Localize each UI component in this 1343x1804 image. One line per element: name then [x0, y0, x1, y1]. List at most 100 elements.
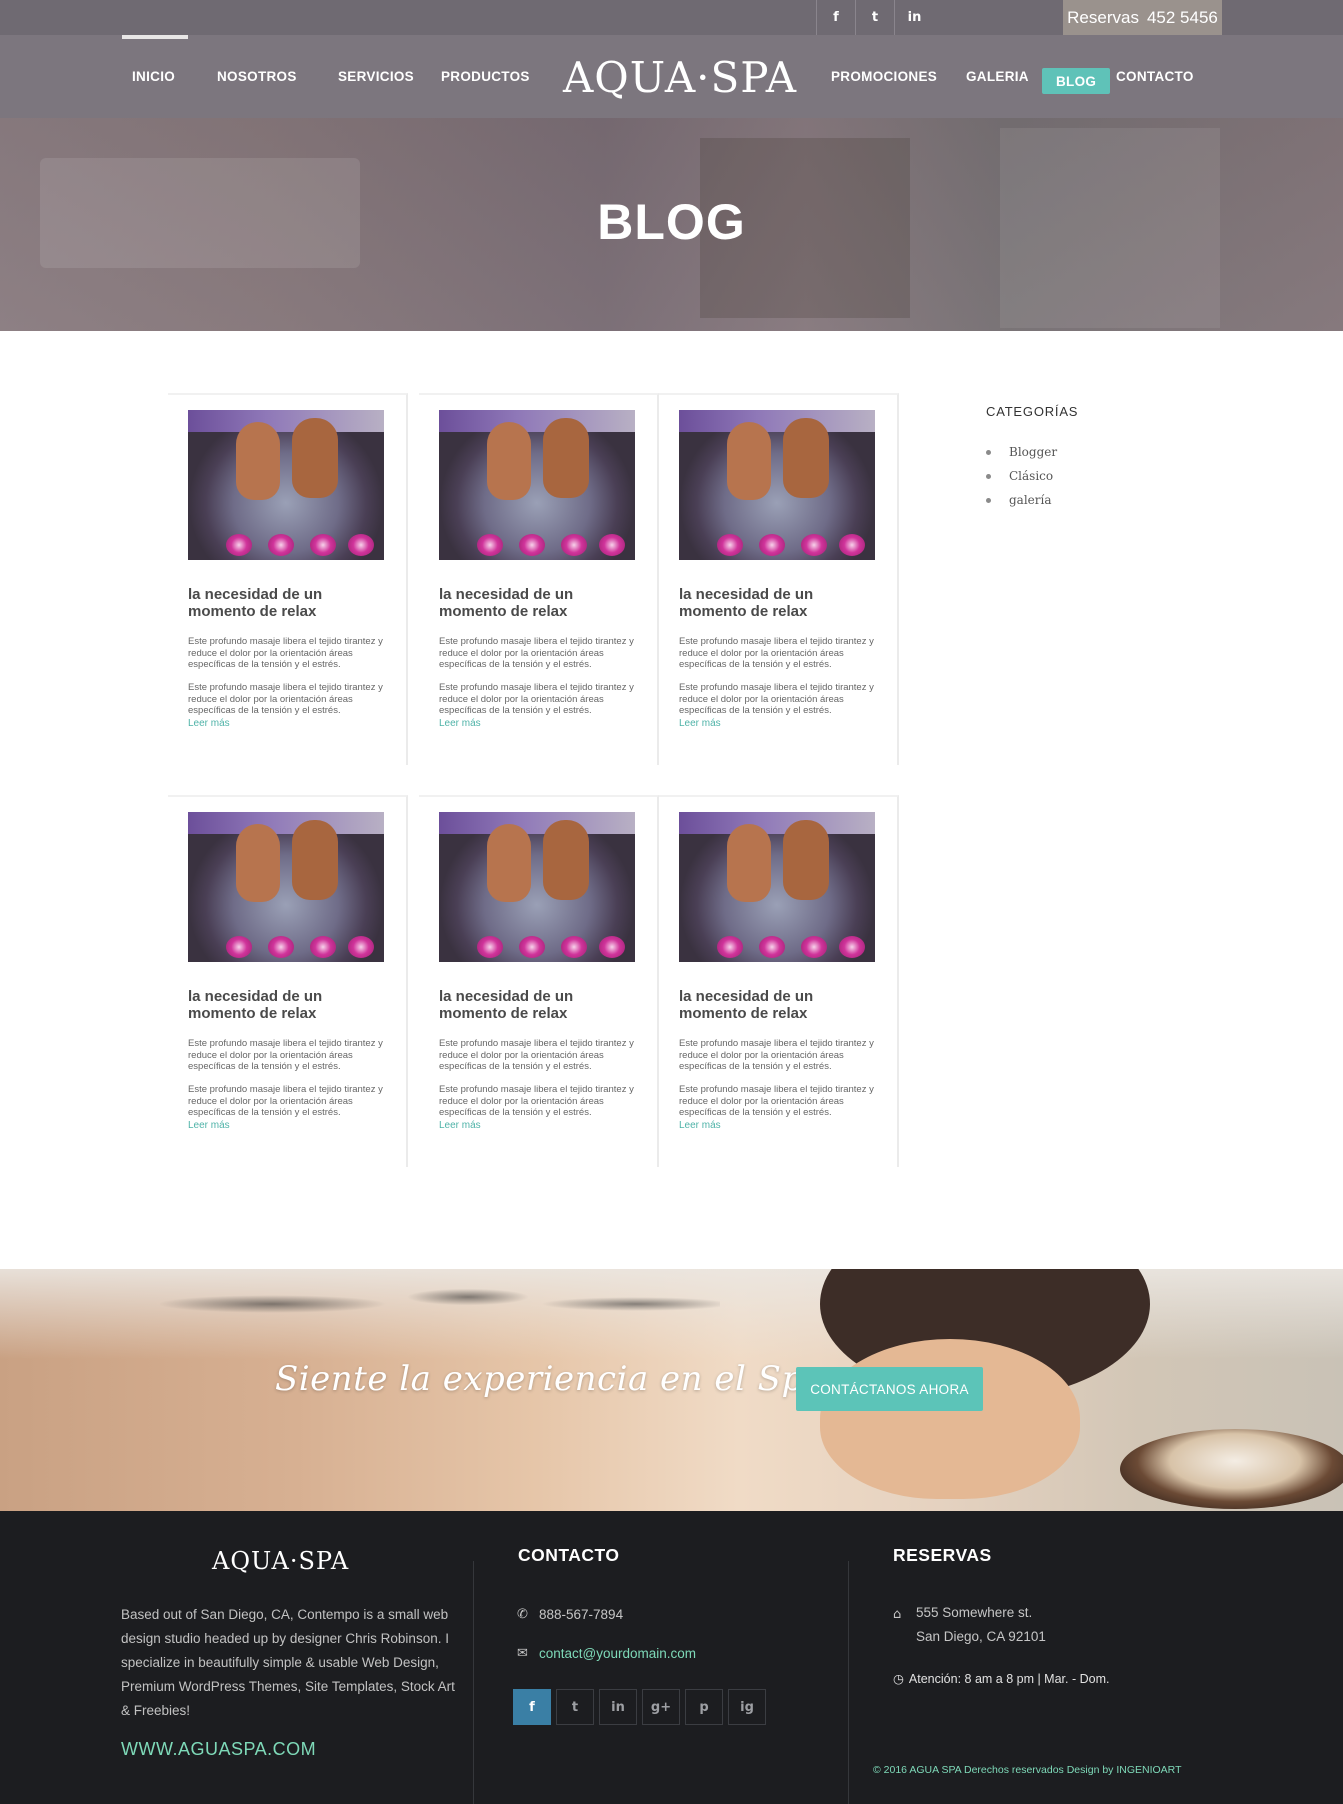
address-line-2: San Diego, CA 92101 — [916, 1629, 1046, 1644]
post-title[interactable]: la necesidad de un momento de relax — [188, 988, 388, 1022]
post-excerpt: Este profundo masaje libera el tejido ti… — [439, 682, 634, 717]
nav-galeria[interactable]: GALERIA — [966, 35, 1029, 118]
twitter-icon[interactable]: t — [855, 0, 894, 35]
blog-card: la necesidad de un momento de relax Este… — [659, 393, 899, 765]
read-more-link[interactable]: Leer más — [188, 1120, 230, 1131]
post-image[interactable] — [439, 410, 635, 560]
post-excerpt: Este profundo masaje libera el tejido ti… — [439, 636, 634, 671]
category-item[interactable]: Clásico — [986, 464, 1057, 488]
category-label[interactable]: Clásico — [1009, 464, 1053, 488]
linkedin-icon[interactable]: in — [599, 1689, 637, 1725]
instagram-icon[interactable]: ig — [728, 1689, 766, 1725]
bullet-icon — [986, 473, 991, 479]
banner-photo-shape — [820, 1339, 1080, 1499]
footer-phone-row: ✆ 888-567-7894 — [517, 1607, 623, 1622]
footer-email-row: ✉ contact@yourdomain.com — [517, 1646, 696, 1661]
sidebar-categories-title: CATEGORÍAS — [986, 404, 1079, 419]
footer-website-link[interactable]: WWW.AGUASPA.COM — [121, 1739, 316, 1760]
blog-card: la necesidad de un momento de relax Este… — [659, 795, 899, 1167]
site-logo[interactable]: AQUA·SPA — [563, 52, 796, 102]
category-item[interactable]: Blogger — [986, 440, 1057, 464]
post-image[interactable] — [439, 812, 635, 962]
post-excerpt: Este profundo masaje libera el tejido ti… — [188, 636, 383, 671]
post-image[interactable] — [679, 812, 875, 962]
post-image[interactable] — [679, 410, 875, 560]
post-image[interactable] — [188, 410, 384, 560]
footer-phone[interactable]: 888-567-7894 — [539, 1607, 623, 1622]
footer-email[interactable]: contact@yourdomain.com — [539, 1646, 696, 1661]
home-icon: ⌂ — [893, 1607, 902, 1622]
post-title[interactable]: la necesidad de un momento de relax — [439, 988, 639, 1022]
post-title[interactable]: la necesidad de un momento de relax — [679, 586, 879, 620]
address-line-1: 555 Somewhere st. — [916, 1605, 1033, 1620]
main-nav: INICIO NOSOTROS SERVICIOS PRODUCTOS AQUA… — [0, 35, 1343, 118]
phone-icon: ✆ — [517, 1607, 528, 1622]
google-plus-icon[interactable]: g+ — [642, 1689, 680, 1725]
footer-logo[interactable]: AQUA·SPA — [212, 1547, 349, 1575]
footer-address: 555 Somewhere st. San Diego, CA 92101 — [916, 1601, 1046, 1649]
blog-card: la necesidad de un momento de relax Este… — [168, 393, 408, 765]
footer-divider — [473, 1561, 474, 1804]
bullet-icon — [986, 497, 991, 503]
nav-blog[interactable]: BLOG — [1042, 68, 1111, 94]
blog-card: la necesidad de un momento de relax Este… — [419, 795, 659, 1167]
page-title: BLOG — [597, 194, 746, 250]
category-label[interactable]: Blogger — [1009, 440, 1057, 464]
nav-contacto[interactable]: CONTACTO — [1116, 35, 1194, 118]
footer-social-links: f t in g+ p ig — [513, 1689, 771, 1725]
category-label[interactable]: galería — [1009, 488, 1052, 512]
hours-text: Atención: 8 am a 8 pm | Mar. - Dom. — [908, 1671, 1110, 1686]
clock-icon: ◷ — [893, 1671, 904, 1686]
twitter-icon[interactable]: t — [556, 1689, 594, 1725]
blog-card: la necesidad de un momento de relax Este… — [168, 795, 408, 1167]
cta-banner: Siente la experiencia en el Spa CONTÁCTA… — [0, 1269, 1343, 1511]
post-excerpt: Este profundo masaje libera el tejido ti… — [188, 682, 383, 717]
read-more-link[interactable]: Leer más — [188, 718, 230, 729]
nav-nosotros[interactable]: NOSOTROS — [217, 35, 297, 118]
bullet-icon — [986, 449, 991, 455]
post-excerpt: Este profundo masaje libera el tejido ti… — [679, 636, 874, 671]
facebook-icon[interactable]: f — [816, 0, 855, 35]
post-image[interactable] — [188, 812, 384, 962]
post-excerpt: Este profundo masaje libera el tejido ti… — [439, 1038, 634, 1073]
read-more-link[interactable]: Leer más — [439, 1120, 481, 1131]
footer-hours: ◷ Atención: 8 am a 8 pm | Mar. - Dom. — [893, 1671, 1109, 1686]
read-more-link[interactable]: Leer más — [439, 718, 481, 729]
post-excerpt: Este profundo masaje libera el tejido ti… — [679, 1038, 874, 1073]
footer-address-icon-row: ⌂ — [893, 1607, 915, 1622]
coconut-bowl-image — [1120, 1429, 1343, 1509]
envelope-icon: ✉ — [517, 1646, 528, 1661]
read-more-link[interactable]: Leer más — [679, 718, 721, 729]
blog-card: la necesidad de un momento de relax Este… — [419, 393, 659, 765]
post-excerpt: Este profundo masaje libera el tejido ti… — [188, 1038, 383, 1073]
hot-stones-image — [160, 1269, 720, 1339]
top-bar: f t in Reservas 452 5456 — [0, 0, 1343, 35]
reservas-phone: 452 5456 — [1146, 7, 1218, 27]
reservas-phone-button[interactable]: Reservas 452 5456 — [1063, 0, 1222, 35]
nav-inicio[interactable]: INICIO — [121, 35, 189, 118]
nav-servicios[interactable]: SERVICIOS — [338, 35, 414, 118]
footer-about-text: Based out of San Diego, CA, Contempo is … — [121, 1607, 455, 1718]
footer-divider — [848, 1561, 849, 1804]
post-excerpt: Este profundo masaje libera el tejido ti… — [188, 1084, 383, 1119]
footer-contact-title: CONTACTO — [518, 1545, 620, 1565]
post-title[interactable]: la necesidad de un momento de relax — [439, 586, 639, 620]
linkedin-icon[interactable]: in — [894, 0, 934, 35]
banner-tagline: Siente la experiencia en el Spa — [275, 1359, 825, 1399]
reservas-label: Reservas — [1067, 7, 1139, 27]
post-excerpt: Este profundo masaje libera el tejido ti… — [679, 682, 874, 717]
category-list: Blogger Clásico galería — [986, 440, 1057, 512]
site-footer: AQUA·SPA Based out of San Diego, CA, Con… — [0, 1511, 1343, 1804]
pinterest-icon[interactable]: p — [685, 1689, 723, 1725]
post-title[interactable]: la necesidad de un momento de relax — [679, 988, 879, 1022]
footer-reservas-title: RESERVAS — [893, 1545, 992, 1565]
nav-promociones[interactable]: PROMOCIONES — [831, 35, 937, 118]
post-excerpt: Este profundo masaje libera el tejido ti… — [439, 1084, 634, 1119]
read-more-link[interactable]: Leer más — [679, 1120, 721, 1131]
hero-banner: BLOG — [0, 118, 1343, 331]
facebook-icon[interactable]: f — [513, 1689, 551, 1725]
contact-now-button[interactable]: CONTÁCTANOS AHORA — [796, 1367, 983, 1411]
post-title[interactable]: la necesidad de un momento de relax — [188, 586, 388, 620]
nav-productos[interactable]: PRODUCTOS — [441, 35, 530, 118]
category-item[interactable]: galería — [986, 488, 1057, 512]
